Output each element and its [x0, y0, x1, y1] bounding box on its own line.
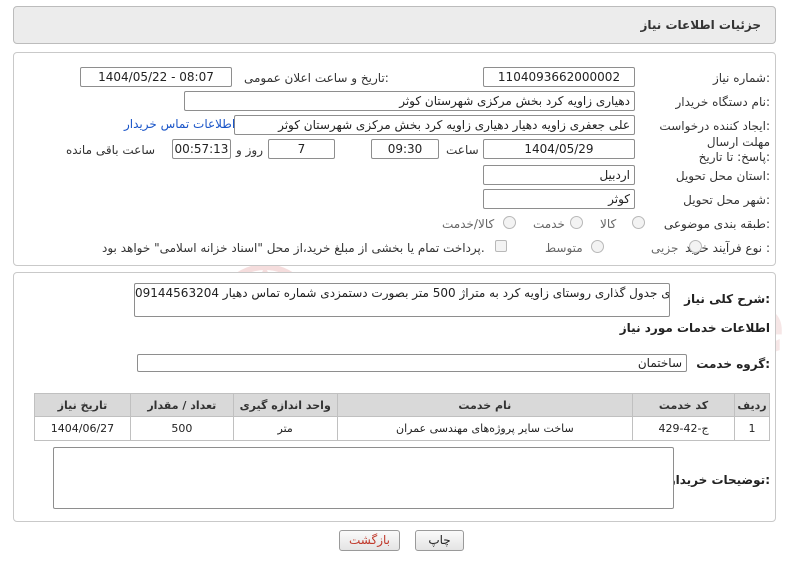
- category-radio-service[interactable]: [570, 216, 583, 229]
- category-option-goods: کالا: [600, 217, 617, 231]
- services-table-header-row: تاریخ نیاز تعداد / مقدار واحد اندازه گیر…: [34, 393, 771, 417]
- service-group-label: گروه خدمت:: [696, 357, 770, 371]
- deadline-time-field: 09:30: [371, 139, 439, 159]
- summary-textarea[interactable]: اجرای جدول گذاری روستای زاویه کرد به متر…: [134, 283, 670, 317]
- cell-unit: متر: [232, 416, 338, 441]
- category-option-service: خدمت: [533, 217, 565, 231]
- category-radio-goods-service[interactable]: [503, 216, 516, 229]
- announce-datetime-label: تاریخ و ساعت اعلان عمومی:: [244, 71, 389, 85]
- service-group-field: ساختمان: [137, 354, 687, 372]
- treasury-payment-checkbox[interactable]: [495, 240, 507, 252]
- services-table: تاریخ نیاز تعداد / مقدار واحد اندازه گیر…: [34, 393, 771, 441]
- back-button[interactable]: بازگشت: [339, 530, 400, 551]
- col-unit: واحد اندازه گیری: [232, 393, 338, 417]
- col-quantity: تعداد / مقدار: [129, 393, 234, 417]
- city-field: کوثر: [483, 189, 635, 209]
- category-label: طبقه بندی موضوعی:: [663, 217, 770, 231]
- need-number-field: 1104093662000002: [483, 67, 635, 87]
- col-service-code: کد خدمت: [632, 393, 735, 417]
- page-header: جزئیات اطلاعات نیاز: [13, 6, 776, 44]
- process-radio-minor[interactable]: [689, 240, 702, 253]
- days-label: روز و: [236, 143, 263, 157]
- cell-need-date: 1404/06/27: [34, 416, 131, 441]
- creator-label: ایجاد کننده درخواست:: [659, 119, 770, 133]
- treasury-payment-note: پرداخت تمام یا بخشی از مبلغ خرید،از محل …: [102, 241, 485, 255]
- city-label: شهر محل تحویل:: [683, 193, 770, 207]
- province-label: استان محل تحویل:: [675, 169, 770, 183]
- need-number-label: شماره نیاز:: [712, 71, 770, 85]
- cell-row-number: 1: [733, 416, 771, 441]
- days-field: 7: [268, 139, 335, 159]
- cell-service-name: ساخت سایر پروژه‌های مهندسی عمران: [336, 416, 634, 441]
- deadline-date-field: 1404/05/29: [483, 139, 635, 159]
- deadline-label: مهلت ارسال پاسخ: تا تاریخ:: [698, 135, 770, 164]
- col-row-number: ردیف: [733, 393, 771, 417]
- buyer-contact-link[interactable]: اطلاعات تماس خریدار: [124, 117, 235, 131]
- deadline-time-label: ساعت: [446, 143, 479, 157]
- buyer-notes-textarea[interactable]: [53, 447, 674, 509]
- buyer-org-label: نام دستگاه خریدار:: [675, 95, 771, 109]
- buyer-notes-label: توضیحات خریدار:: [668, 473, 770, 487]
- creator-field: علی جعفری زاویه دهیار دهیاری زاویه کرد ب…: [234, 115, 635, 135]
- process-option-minor: جزیی: [651, 241, 679, 255]
- summary-label: شرح کلی نیاز:: [684, 292, 770, 306]
- category-option-goods-service: کالا/خدمت: [442, 217, 495, 231]
- page-title: جزئیات اطلاعات نیاز: [640, 18, 761, 32]
- remaining-time-field: 00:57:13: [172, 139, 231, 159]
- table-row: 1404/06/27 500 متر ساخت سایر پروژه‌های م…: [34, 416, 771, 441]
- col-need-date: تاریخ نیاز: [34, 393, 131, 417]
- category-radio-goods[interactable]: [632, 216, 645, 229]
- announce-datetime-field: 1404/05/22 - 08:07: [80, 67, 232, 87]
- cell-quantity: 500: [129, 416, 234, 441]
- process-option-medium: متوسط: [545, 241, 583, 255]
- remaining-time-label: ساعت باقی مانده: [66, 143, 156, 157]
- process-radio-medium[interactable]: [591, 240, 604, 253]
- buyer-org-field: دهیاری زاویه کرد بخش مرکزی شهرستان کوثر: [184, 91, 635, 111]
- col-service-name: نام خدمت: [336, 393, 634, 417]
- cell-service-code: ج-42-429: [632, 416, 735, 441]
- province-field: اردبیل: [483, 165, 635, 185]
- print-button[interactable]: چاپ: [415, 530, 464, 551]
- services-section-title: اطلاعات خدمات مورد نیاز: [619, 321, 770, 335]
